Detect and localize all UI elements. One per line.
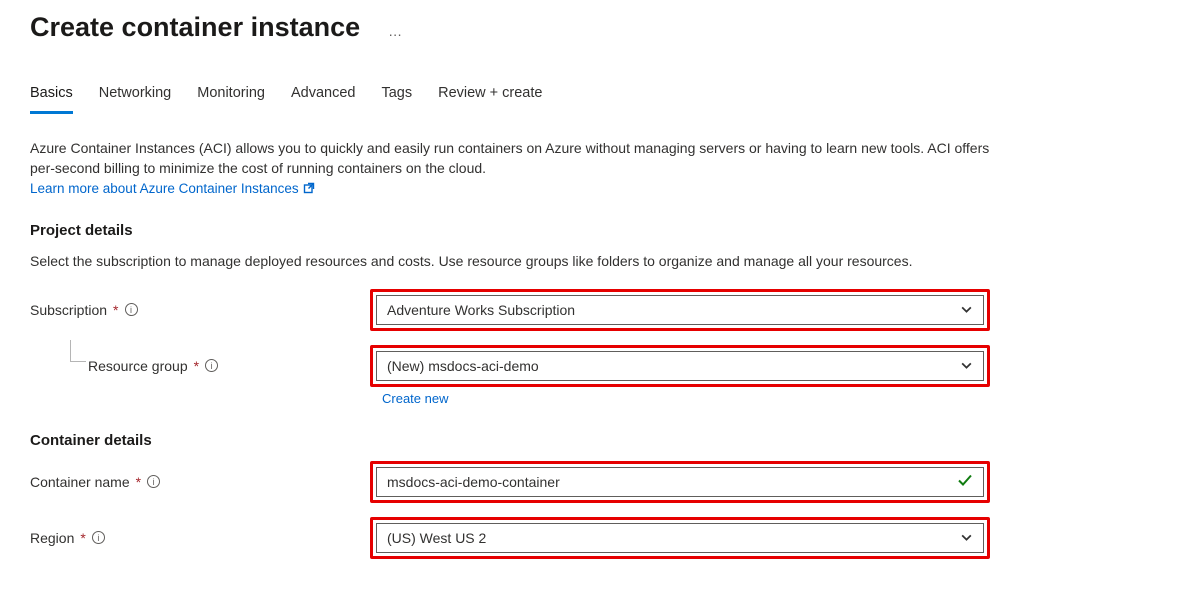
info-icon[interactable]: i <box>205 359 218 372</box>
more-button[interactable]: … <box>388 17 404 39</box>
resource-group-select[interactable]: (New) msdocs-aci-demo <box>376 351 984 381</box>
resource-group-label: Resource group <box>88 358 188 374</box>
required-indicator: * <box>136 474 141 490</box>
required-indicator: * <box>80 530 85 546</box>
project-sub: Select the subscription to manage deploy… <box>30 251 990 271</box>
resource-group-value: (New) msdocs-aci-demo <box>387 358 539 374</box>
info-icon[interactable]: i <box>147 475 160 488</box>
intro-text: Azure Container Instances (ACI) allows y… <box>30 138 990 179</box>
tab-review[interactable]: Review + create <box>438 85 542 114</box>
tab-advanced[interactable]: Advanced <box>291 85 356 114</box>
chevron-down-icon <box>960 359 973 372</box>
region-value: (US) West US 2 <box>387 530 486 546</box>
chevron-down-icon <box>960 303 973 316</box>
learn-more-link[interactable]: Learn more about Azure Container Instanc… <box>30 181 299 196</box>
subscription-label: Subscription <box>30 302 107 318</box>
subscription-value: Adventure Works Subscription <box>387 302 575 318</box>
tab-networking[interactable]: Networking <box>99 85 172 114</box>
external-link-icon <box>303 182 315 194</box>
tab-basics[interactable]: Basics <box>30 85 73 114</box>
tabs: Basics Networking Monitoring Advanced Ta… <box>30 85 1170 114</box>
required-indicator: * <box>113 302 118 318</box>
region-select[interactable]: (US) West US 2 <box>376 523 984 553</box>
container-name-value: msdocs-aci-demo-container <box>387 474 560 490</box>
required-indicator: * <box>194 358 199 374</box>
page-title: Create container instance <box>30 12 360 43</box>
info-icon[interactable]: i <box>125 303 138 316</box>
container-name-label: Container name <box>30 474 130 490</box>
region-label: Region <box>30 530 74 546</box>
tree-line <box>70 340 86 362</box>
valid-check-icon <box>957 472 973 491</box>
subscription-select[interactable]: Adventure Works Subscription <box>376 295 984 325</box>
project-heading: Project details <box>30 222 1170 239</box>
tab-monitoring[interactable]: Monitoring <box>197 85 265 114</box>
tab-tags[interactable]: Tags <box>381 85 412 114</box>
chevron-down-icon <box>960 531 973 544</box>
container-name-input[interactable]: msdocs-aci-demo-container <box>376 467 984 497</box>
info-icon[interactable]: i <box>92 531 105 544</box>
create-new-link[interactable]: Create new <box>382 391 448 406</box>
container-heading: Container details <box>30 432 1170 449</box>
